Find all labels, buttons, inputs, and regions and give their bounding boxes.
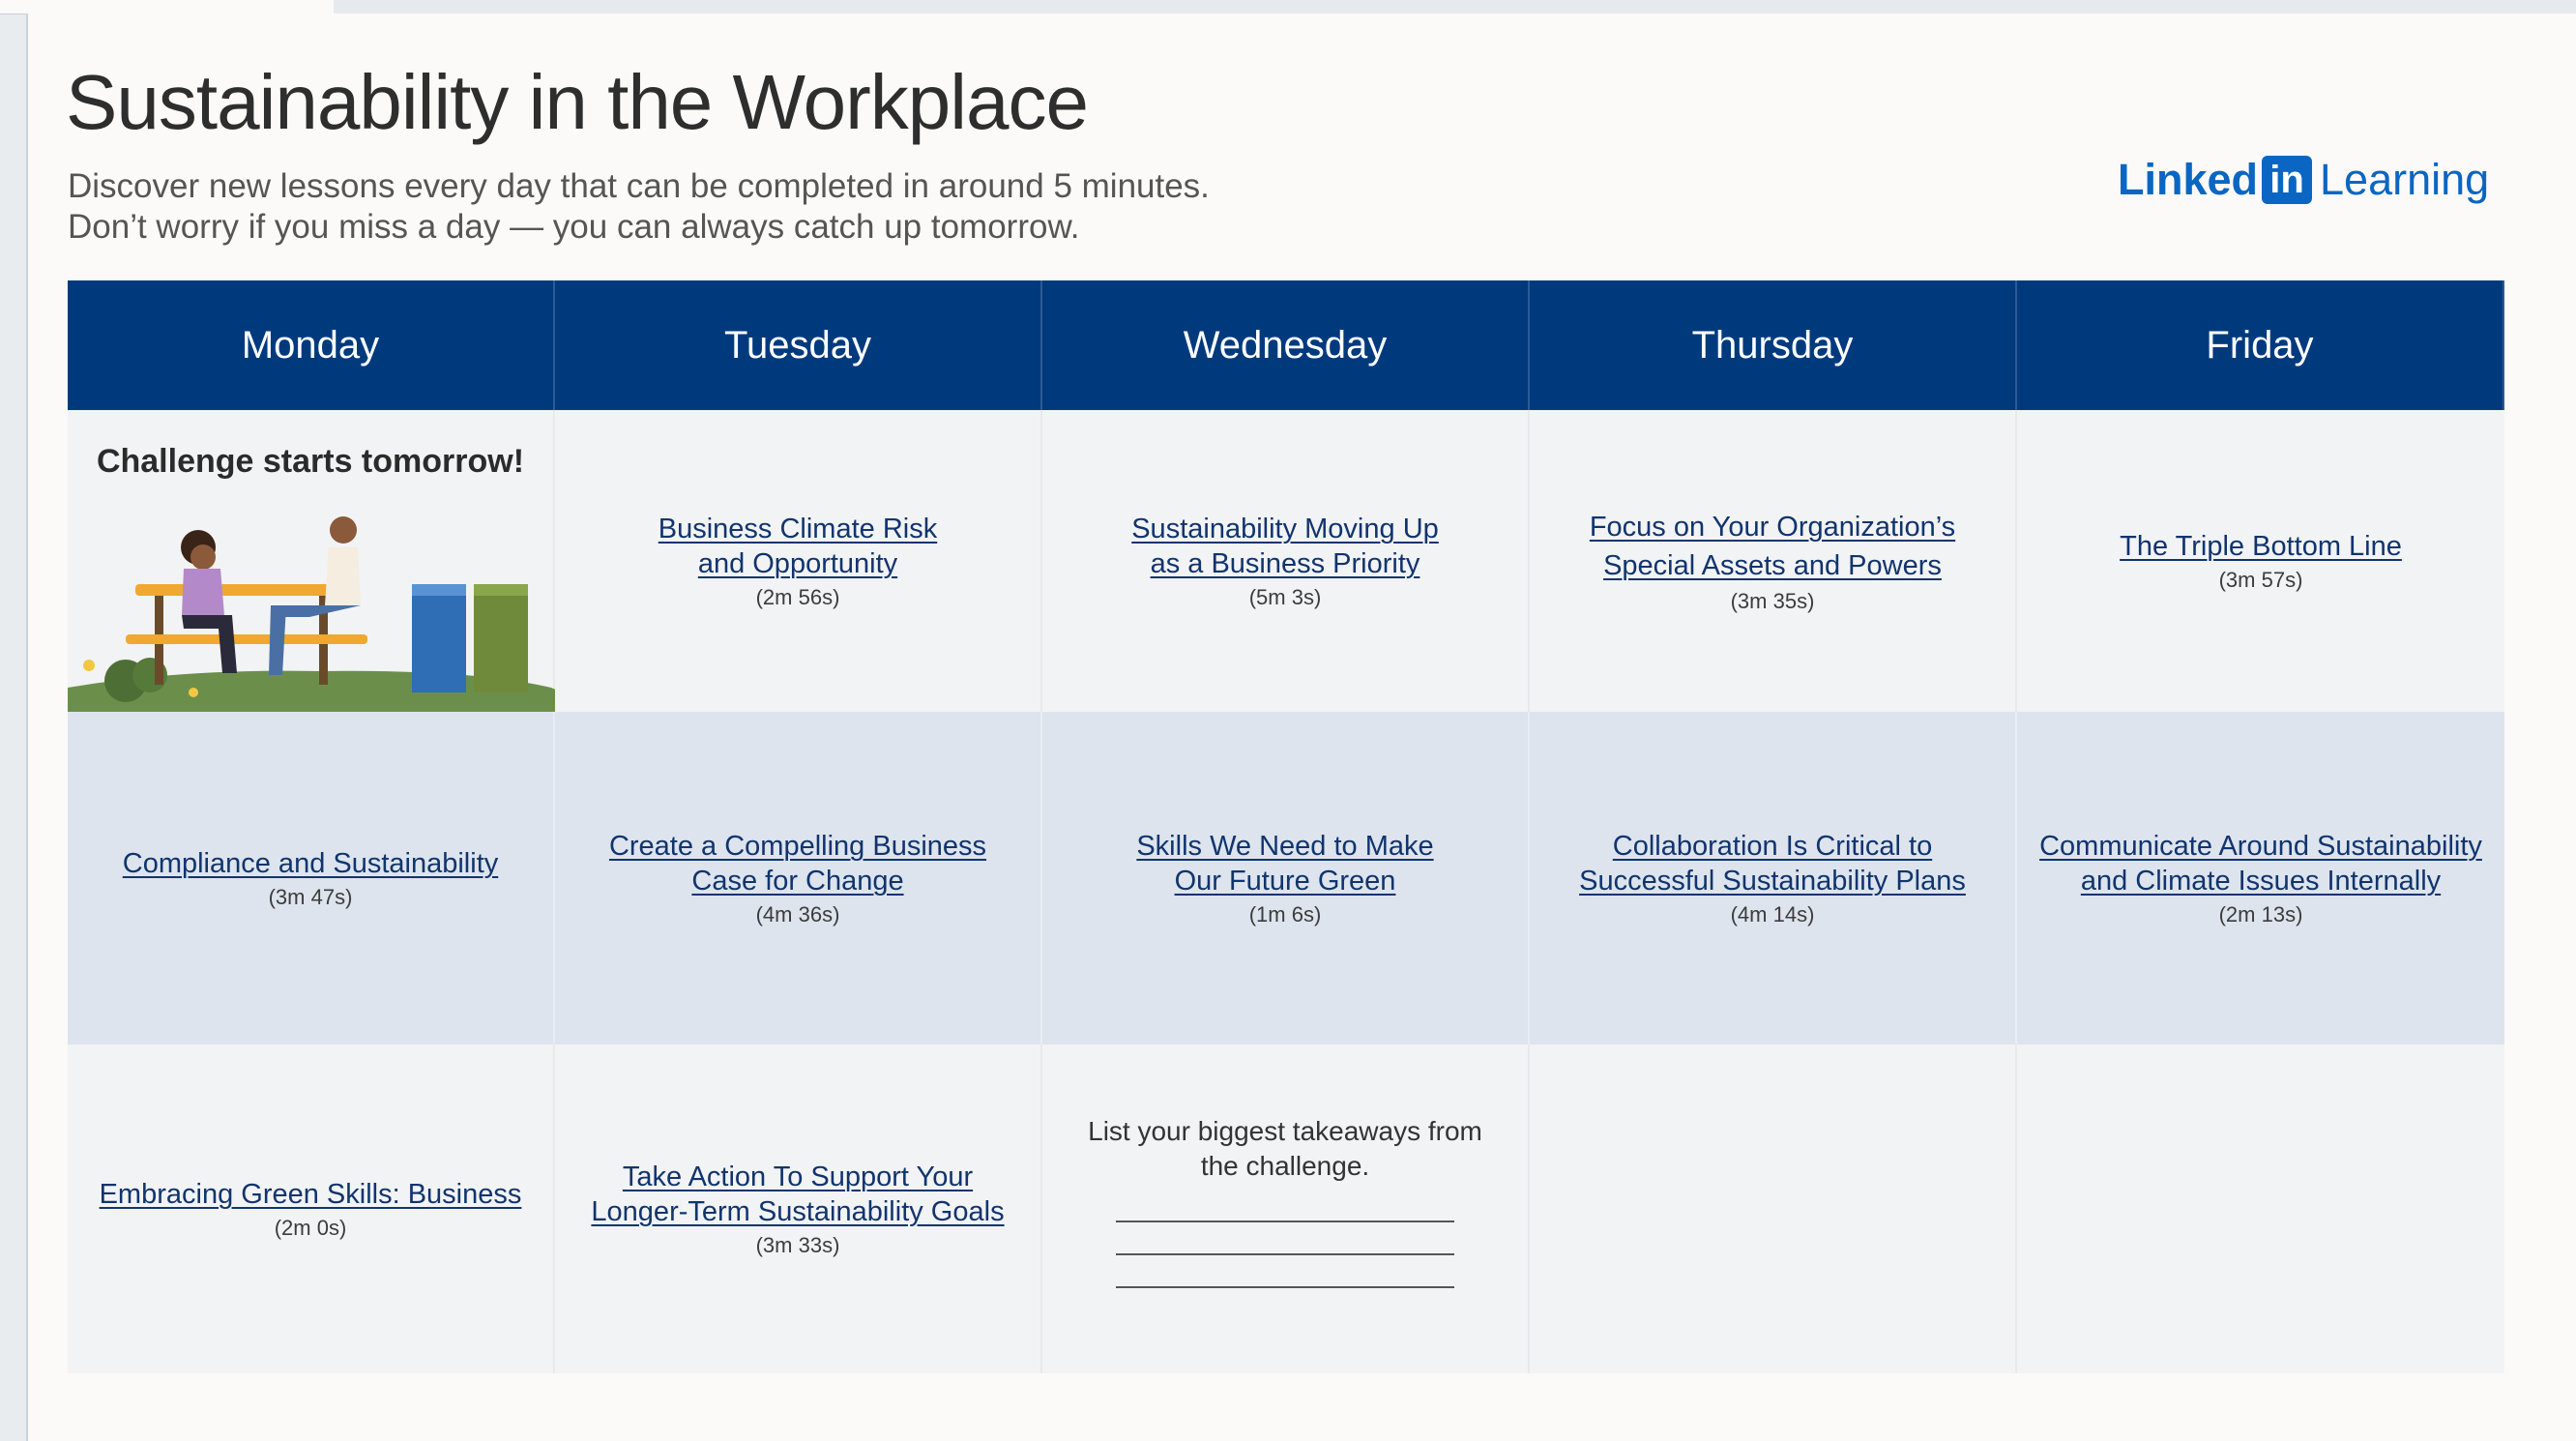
- header-friday: Friday: [2017, 280, 2504, 410]
- cell-week2-wednesday: Skills We Need to Make Our Future Green …: [1042, 712, 1530, 1044]
- lesson-duration: (3m 33s): [755, 1233, 840, 1257]
- lesson-duration: (2m 56s): [755, 585, 840, 609]
- lesson-link[interactable]: Communicate Around Sustainability and Cl…: [2039, 829, 2482, 898]
- lesson-duration: (3m 35s): [1730, 589, 1815, 613]
- lesson-title-line1: Embracing Green Skills: Business: [99, 1179, 522, 1210]
- linkedin-learning-logo: Linked in Learning: [2118, 151, 2489, 209]
- lesson-title-line2: Longer-Term Sustainability Goals: [591, 1196, 1005, 1227]
- cell-week3-wednesday: List your biggest takeaways from the cha…: [1042, 1044, 1530, 1373]
- takeaways-prompt: List your biggest takeaways from the cha…: [1088, 1114, 1482, 1184]
- lesson-title-line2: as a Business Priority: [1150, 548, 1420, 579]
- challenge-start-label: Challenge starts tomorrow!: [96, 443, 525, 480]
- challenge-calendar: Monday Tuesday Wednesday Thursday Friday…: [68, 280, 2504, 1373]
- cell-week3-thursday: [1530, 1044, 2017, 1373]
- lesson-duration: (1m 6s): [1248, 902, 1322, 926]
- lesson-link[interactable]: The Triple Bottom Line: [2120, 529, 2402, 564]
- lesson-link[interactable]: Collaboration Is Critical to Successful …: [1579, 829, 1966, 898]
- subtitle-line-1: Discover new lessons every day that can …: [68, 167, 1210, 205]
- prompt-line2: the challenge.: [1200, 1151, 1370, 1181]
- lesson-title-line1: Collaboration Is Critical to: [1612, 831, 1933, 862]
- lesson-duration: (3m 47s): [268, 885, 353, 909]
- page-subtitle: Discover new lessons every day that can …: [68, 166, 1210, 248]
- lesson-link[interactable]: Business Climate Risk and Opportunity: [659, 512, 937, 581]
- top-bar: [0, 0, 2576, 15]
- lesson-title-line2: Our Future Green: [1174, 866, 1396, 897]
- lesson-duration: (4m 36s): [755, 902, 840, 926]
- lesson-title-line1: Create a Compelling Business: [608, 831, 987, 862]
- lesson-title-line1: Focus on Your Organization’s: [1589, 512, 1956, 543]
- lesson-duration: (2m 13s): [2218, 902, 2303, 926]
- lesson-duration: (2m 0s): [274, 1216, 347, 1240]
- header-thursday: Thursday: [1530, 280, 2017, 410]
- cell-week2-monday: Compliance and Sustainability (3m 47s): [68, 712, 555, 1044]
- cell-week2-friday: Communicate Around Sustainability and Cl…: [2017, 712, 2504, 1044]
- lesson-title-line1: Skills We Need to Make: [1136, 831, 1434, 862]
- lesson-title-line2: and Opportunity: [697, 548, 898, 579]
- lesson-title-line2: Successful Sustainability Plans: [1579, 866, 1966, 897]
- picnic-illustration: [68, 516, 571, 712]
- takeaway-blank-line[interactable]: [1116, 1286, 1454, 1288]
- lesson-duration: (4m 14s): [1730, 902, 1815, 926]
- cell-week3-tuesday: Take Action To Support Your Longer-Term …: [555, 1044, 1042, 1373]
- takeaway-blank-line[interactable]: [1116, 1253, 1454, 1255]
- cell-week1-thursday: Focus on Your Organization’s Special Ass…: [1530, 410, 2017, 712]
- lesson-title-line2: Case for Change: [691, 866, 904, 897]
- cell-week2-thursday: Collaboration Is Critical to Successful …: [1530, 712, 2017, 1044]
- subtitle-line-2: Don’t worry if you miss a day — you can …: [68, 208, 1080, 246]
- logo-linked-text: Linked: [2118, 155, 2259, 204]
- cell-week2-tuesday: Create a Compelling Business Case for Ch…: [555, 712, 1042, 1044]
- lesson-link[interactable]: Sustainability Moving Up as a Business P…: [1131, 512, 1439, 581]
- cell-week3-friday: [2017, 1044, 2504, 1373]
- lesson-link[interactable]: Take Action To Support Your Longer-Term …: [591, 1160, 1004, 1229]
- lesson-title-line1: Business Climate Risk: [658, 514, 938, 544]
- prompt-line1: List your biggest takeaways from: [1088, 1116, 1482, 1146]
- lesson-title-line1: Compliance and Sustainability: [122, 848, 499, 879]
- cell-week1-tuesday: Business Climate Risk and Opportunity (2…: [555, 410, 1042, 712]
- lesson-title-line1: The Triple Bottom Line: [2120, 531, 2402, 562]
- page-title: Sustainability in the Workplace: [66, 59, 1089, 145]
- header-monday: Monday: [68, 280, 555, 410]
- lesson-link[interactable]: Skills We Need to Make Our Future Green: [1136, 829, 1433, 898]
- logo-learning-text: Learning: [2320, 155, 2490, 204]
- lesson-title-line1: Sustainability Moving Up: [1131, 514, 1439, 544]
- cell-week3-monday: Embracing Green Skills: Business (2m 0s): [68, 1044, 555, 1373]
- lesson-title-line1: Communicate Around Sustainability: [2039, 831, 2482, 862]
- takeaway-blank-line[interactable]: [1116, 1220, 1454, 1222]
- lesson-duration: (3m 57s): [2218, 568, 2303, 592]
- header-tuesday: Tuesday: [555, 280, 1042, 410]
- cell-week1-friday: The Triple Bottom Line (3m 57s): [2017, 410, 2504, 712]
- lesson-link[interactable]: Focus on Your Organization’s Special Ass…: [1590, 508, 1955, 585]
- lesson-title-line2: and Climate Issues Internally: [2080, 866, 2442, 897]
- lesson-link[interactable]: Embracing Green Skills: Business: [100, 1177, 522, 1212]
- cell-week1-monday: Challenge starts tomorrow!: [68, 410, 571, 712]
- lesson-link[interactable]: Compliance and Sustainability: [123, 846, 499, 881]
- cell-week1-wednesday: Sustainability Moving Up as a Business P…: [1042, 410, 1530, 712]
- lesson-title-line2: Special Assets and Powers: [1603, 550, 1942, 581]
- lesson-duration: (5m 3s): [1248, 585, 1322, 609]
- active-tab[interactable]: [0, 0, 334, 14]
- linkedin-in-icon: in: [2262, 156, 2313, 204]
- lesson-link[interactable]: Create a Compelling Business Case for Ch…: [609, 829, 986, 898]
- lesson-title-line1: Take Action To Support Your: [622, 1162, 974, 1192]
- header-wednesday: Wednesday: [1042, 280, 1530, 410]
